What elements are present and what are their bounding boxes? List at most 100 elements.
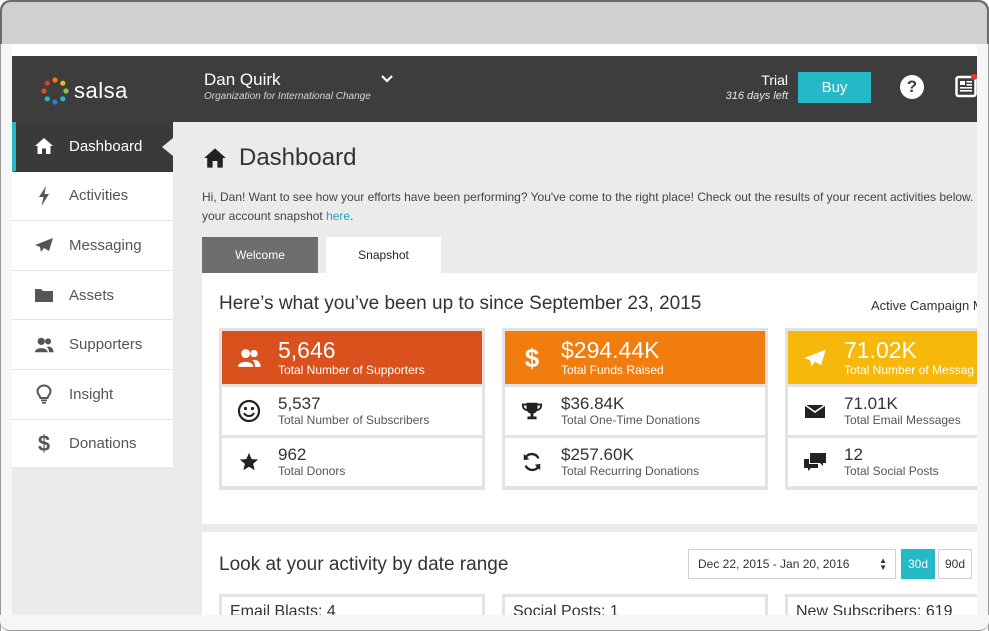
intro-text: Hi, Dan! Want to see how your efforts ha… [202,188,977,226]
card-row-label: Total Donors [278,464,346,478]
card-label: Total Funds Raised [561,363,664,377]
range-90d-button[interactable]: 90d [938,549,972,579]
card-row-value: 962 [278,445,307,464]
folder-icon [34,285,54,305]
stat-box-text: New Subscribers: 619 [788,597,977,615]
card-row: 12 Total Social Posts [788,438,977,486]
card-header: 71.02K Total Number of Messag [788,331,977,384]
card-row: 5,537 Total Number of Subscribers [222,387,482,435]
tab-welcome[interactable]: Welcome [202,237,318,273]
funds-card: $ $294.44K Total Funds Raised $36.84K To… [502,328,768,490]
page-title-text: Dashboard [239,144,357,171]
card-row-label: Total Number of Subscribers [278,413,430,427]
chevron-down-icon[interactable] [380,72,394,86]
card-row: $36.84K Total One-Time Donations [505,387,765,435]
intro-line-2-text: your account snapshot [202,209,327,223]
card-label: Total Number of Messag [844,363,975,377]
card-row-label: Total Email Messages [844,413,961,427]
paper-plane-icon [34,235,54,255]
main-content: Dashboard Hi, Dan! Want to see how your … [173,122,977,615]
window-titlebar [0,0,989,44]
home-icon [204,148,226,168]
app: salsa Dan Quirk Organization for Interna… [12,56,977,615]
page-title: Dashboard [203,144,356,172]
trial-status: Trial 316 days left [712,72,788,102]
date-range-value: Dec 22, 2015 - Jan 20, 2016 [698,557,850,571]
star-icon [237,450,261,474]
snapshot-link[interactable]: here [326,209,350,223]
window-border-bottom [0,615,989,631]
card-value: 5,646 [278,337,336,363]
paper-plane-icon [802,345,828,371]
card-label: Total Number of Supporters [278,363,425,377]
card-row-label: Total Recurring Donations [561,464,700,478]
trial-title: Trial [761,72,788,88]
snapshot-heading: Here’s what you’ve been up to since Sept… [219,293,702,314]
tab-snapshot[interactable]: Snapshot [326,237,441,273]
sidebar-item-messaging[interactable]: Messaging [12,221,173,271]
envelope-icon [803,399,827,423]
intro-line-1: Hi, Dan! Want to see how your efforts ha… [202,190,977,204]
stat-box-text: Social Posts: 1 [505,597,765,615]
window-border-left [0,44,12,631]
window-border-right [977,44,989,631]
sidebar-item-label: Donations [69,435,137,453]
sidebar-item-label: Messaging [69,236,142,254]
sidebar-item-label: Dashboard [69,137,143,155]
stat-box-text: Email Blasts: 4 [222,597,482,615]
intro-line-2: your account snapshot here. [202,207,977,226]
card-row: 962 Total Donors [222,438,482,486]
salsa-logo-icon [41,77,69,105]
snapshot-panel: Here’s what you’ve been up to since Sept… [202,273,977,524]
org-name: Organization for International Change [204,91,371,102]
trophy-icon [520,399,544,423]
card-header: $ $294.44K Total Funds Raised [505,331,765,384]
card-row-label: Total One-Time Donations [561,413,700,427]
org-switcher[interactable]: Dan Quirk Organization for International… [204,70,371,102]
sidebar: Dashboard Activities Messaging Assets Su… [12,122,173,470]
card-row: 71.01K Total Email Messages [788,387,977,435]
sidebar-item-label: Insight [69,385,114,403]
newsfeed-icon[interactable] [955,74,977,98]
lightning-icon [34,185,54,206]
users-icon [236,345,262,371]
sidebar-item-dashboard[interactable]: Dashboard [12,122,173,172]
card-value: 71.02K [844,337,917,363]
range-30d-button[interactable]: 30d [901,549,935,579]
intro-line-2-end: . [350,209,354,223]
sidebar-item-supporters[interactable]: Supporters [12,320,173,370]
email-blasts-box: Email Blasts: 4 [219,594,485,615]
help-icon[interactable]: ? [900,75,924,99]
social-posts-box: Social Posts: 1 [502,594,768,615]
sidebar-item-assets[interactable]: Assets [12,271,173,321]
sidebar-item-donations[interactable]: $ Donations [12,420,173,470]
chat-bubbles-icon [803,450,827,474]
sidebar-item-activities[interactable]: Activities [12,172,173,222]
messages-card: 71.02K Total Number of Messag 71.01K Tot… [785,328,977,490]
card-row-label: Total Social Posts [844,464,939,478]
logo-text: salsa [74,78,128,103]
card-row-value: 71.01K [844,394,898,413]
activity-panel: Look at your activity by date range Dec … [202,532,977,615]
activity-heading: Look at your activity by date range [219,554,509,575]
date-range-select[interactable]: Dec 22, 2015 - Jan 20, 2016 ▲ ▼ [688,549,896,579]
top-navbar: salsa Dan Quirk Organization for Interna… [12,56,977,122]
buy-button[interactable]: Buy [798,72,871,103]
card-row-value: 12 [844,445,863,464]
salsa-logo[interactable]: salsa [40,76,128,106]
supporters-card: 5,646 Total Number of Supporters 5,537 T… [219,328,485,490]
lightbulb-icon [34,384,54,404]
select-arrows-icon: ▲ ▼ [879,556,887,572]
card-value: $294.44K [561,337,660,363]
dollar-icon: $ [37,430,51,456]
trial-days-left: 316 days left [725,90,788,102]
users-icon [34,335,54,355]
smiley-icon [237,399,261,423]
new-subscribers-box: New Subscribers: 619 [785,594,977,615]
sidebar-item-insight[interactable]: Insight [12,370,173,420]
card-header: 5,646 Total Number of Supporters [222,331,482,384]
refresh-icon [520,450,544,474]
card-row-value: 5,537 [278,394,321,413]
sidebar-item-label: Supporters [69,336,143,354]
user-name: Dan Quirk [204,70,281,89]
